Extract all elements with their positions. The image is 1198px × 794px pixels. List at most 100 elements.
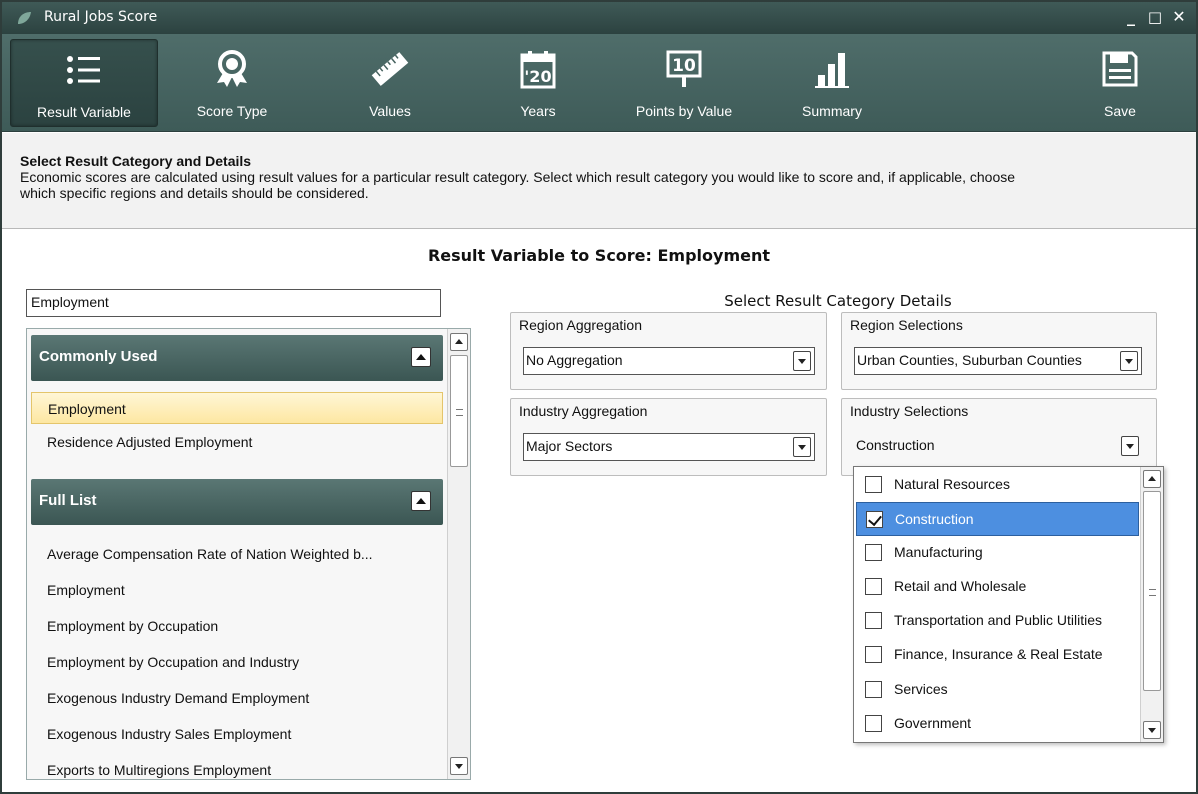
industry-option[interactable]: Retail and Wholesale xyxy=(856,570,1139,604)
group-label: Region Aggregation xyxy=(519,317,642,333)
combo-value: No Aggregation xyxy=(526,352,623,368)
chevron-down-icon[interactable] xyxy=(793,351,811,371)
dropdown-scrollbar[interactable] xyxy=(1140,467,1163,742)
scroll-thumb[interactable] xyxy=(450,355,468,467)
checkbox[interactable] xyxy=(865,578,882,595)
scroll-down-icon[interactable] xyxy=(1143,721,1161,739)
option-label: Construction xyxy=(895,511,974,527)
instructions-line-1: Economic scores are calculated using res… xyxy=(20,169,1016,185)
signboard-text: 10 xyxy=(672,56,696,76)
list-item[interactable]: Employment by Occupation and Industry xyxy=(31,646,443,678)
list-item[interactable]: Average Compensation Rate of Nation Weig… xyxy=(31,538,443,570)
region-selections-select[interactable]: Urban Counties, Suburban Counties xyxy=(854,347,1142,375)
region-selections-group: Region Selections Urban Counties, Suburb… xyxy=(841,312,1157,390)
group-label: Industry Aggregation xyxy=(519,403,648,419)
industry-aggregation-select[interactable]: Major Sectors xyxy=(523,433,815,461)
leaf-icon xyxy=(18,12,31,24)
tool-label: Points by Value xyxy=(635,103,733,119)
option-label: Transportation and Public Utilities xyxy=(894,612,1103,628)
ruler-icon xyxy=(371,52,409,86)
checkbox[interactable] xyxy=(865,681,882,698)
chevron-down-icon[interactable] xyxy=(1120,351,1138,371)
option-label: Natural Resources xyxy=(894,476,1010,492)
industry-option[interactable]: Manufacturing xyxy=(856,536,1139,570)
minimize-button[interactable]: _ xyxy=(1120,6,1142,28)
tool-label: Years xyxy=(520,103,556,119)
checkbox[interactable] xyxy=(865,476,882,493)
title-bar: Rural Jobs Score _ □ ✕ xyxy=(2,2,1196,34)
option-label: Finance, Insurance & Real Estate xyxy=(894,646,1103,662)
list-item[interactable]: Exogenous Industry Demand Employment xyxy=(31,682,443,714)
tool-label: Summary xyxy=(802,103,862,119)
industry-option[interactable]: Construction xyxy=(856,502,1139,536)
tool-label: Result Variable xyxy=(37,104,131,120)
industry-dropdown[interactable]: Natural Resources Construction Manufactu… xyxy=(853,466,1164,743)
chevron-down-icon[interactable] xyxy=(793,437,811,457)
checkbox[interactable] xyxy=(865,646,882,663)
details-title: Select Result Category Details xyxy=(724,292,952,310)
save-icon xyxy=(1102,51,1138,87)
list-item[interactable]: Residence Adjusted Employment xyxy=(31,426,443,458)
bar-chart-icon xyxy=(815,53,849,88)
list-item[interactable]: Exogenous Industry Sales Employment xyxy=(31,718,443,750)
industry-selections-group: Industry Selections Construction xyxy=(841,398,1157,476)
result-variable-list[interactable]: Commonly Used Employment Residence Adjus… xyxy=(26,328,471,780)
combo-value: Urban Counties, Suburban Counties xyxy=(857,352,1082,368)
option-label: Government xyxy=(894,715,972,731)
close-button[interactable]: ✕ xyxy=(1168,6,1190,28)
option-label: Manufacturing xyxy=(894,544,983,560)
list-scrollbar[interactable] xyxy=(447,329,470,779)
scroll-down-icon[interactable] xyxy=(450,757,468,775)
scroll-thumb[interactable] xyxy=(1143,491,1161,691)
commonly-used-header[interactable]: Commonly Used xyxy=(31,335,443,381)
group-header-label: Full List xyxy=(39,492,97,509)
instructions-heading: Select Result Category and Details xyxy=(20,153,252,169)
score-type-tool[interactable]: Score Type xyxy=(162,39,302,127)
calendar-icon: '20 xyxy=(520,51,556,89)
checkbox[interactable] xyxy=(865,715,882,732)
years-tool[interactable]: '20 Years xyxy=(468,39,608,127)
industry-selections-select[interactable]: Construction xyxy=(854,433,1142,461)
option-label: Retail and Wholesale xyxy=(894,578,1027,594)
save-tool[interactable]: Save xyxy=(1070,39,1170,127)
combo-value: Construction xyxy=(856,437,935,453)
list-item[interactable]: Employment by Occupation xyxy=(31,610,443,642)
points-by-value-tool[interactable]: 10 Points by Value xyxy=(614,39,754,127)
values-tool[interactable]: Values xyxy=(320,39,460,127)
option-label: Services xyxy=(894,681,948,697)
scroll-up-icon[interactable] xyxy=(1143,470,1161,488)
checkbox[interactable] xyxy=(865,612,882,629)
instructions-line-2: which specific regions and details shoul… xyxy=(20,185,369,201)
full-list-header[interactable]: Full List xyxy=(31,479,443,525)
industry-option[interactable]: Transportation and Public Utilities xyxy=(856,604,1139,638)
result-variable-tool[interactable]: Result Variable xyxy=(10,39,158,127)
collapse-icon[interactable] xyxy=(411,347,431,367)
maximize-button[interactable]: □ xyxy=(1144,6,1166,28)
group-label: Industry Selections xyxy=(850,403,969,419)
collapse-icon[interactable] xyxy=(411,491,431,511)
calendar-text: '20 xyxy=(524,67,551,86)
checkbox[interactable] xyxy=(865,544,882,561)
industry-option[interactable]: Government xyxy=(856,707,1139,741)
industry-aggregation-group: Industry Aggregation Major Sectors xyxy=(510,398,827,476)
signboard-icon: 10 xyxy=(666,50,702,87)
list-item[interactable]: Employment xyxy=(31,574,443,606)
tool-label: Values xyxy=(369,103,411,119)
industry-option[interactable]: Natural Resources xyxy=(856,468,1139,502)
toolbar: Result Variable Score Type Values '20 Ye… xyxy=(2,34,1196,132)
list-item[interactable]: Exports to Multiregions Employment xyxy=(31,754,443,779)
industry-option[interactable]: Services xyxy=(856,673,1139,707)
tool-label: Save xyxy=(1104,103,1136,119)
region-aggregation-group: Region Aggregation No Aggregation xyxy=(510,312,827,390)
list-item[interactable]: Employment xyxy=(31,392,443,424)
group-header-label: Commonly Used xyxy=(39,348,158,365)
region-aggregation-select[interactable]: No Aggregation xyxy=(523,347,815,375)
page-title: Result Variable to Score: Employment xyxy=(427,246,771,265)
industry-option[interactable]: Finance, Insurance & Real Estate xyxy=(856,638,1139,672)
scroll-up-icon[interactable] xyxy=(450,333,468,351)
list-icon xyxy=(67,56,100,84)
chevron-down-icon[interactable] xyxy=(1121,436,1139,456)
search-input[interactable]: Employment xyxy=(26,289,441,317)
checkbox[interactable] xyxy=(866,511,883,528)
summary-tool[interactable]: Summary xyxy=(762,39,902,127)
